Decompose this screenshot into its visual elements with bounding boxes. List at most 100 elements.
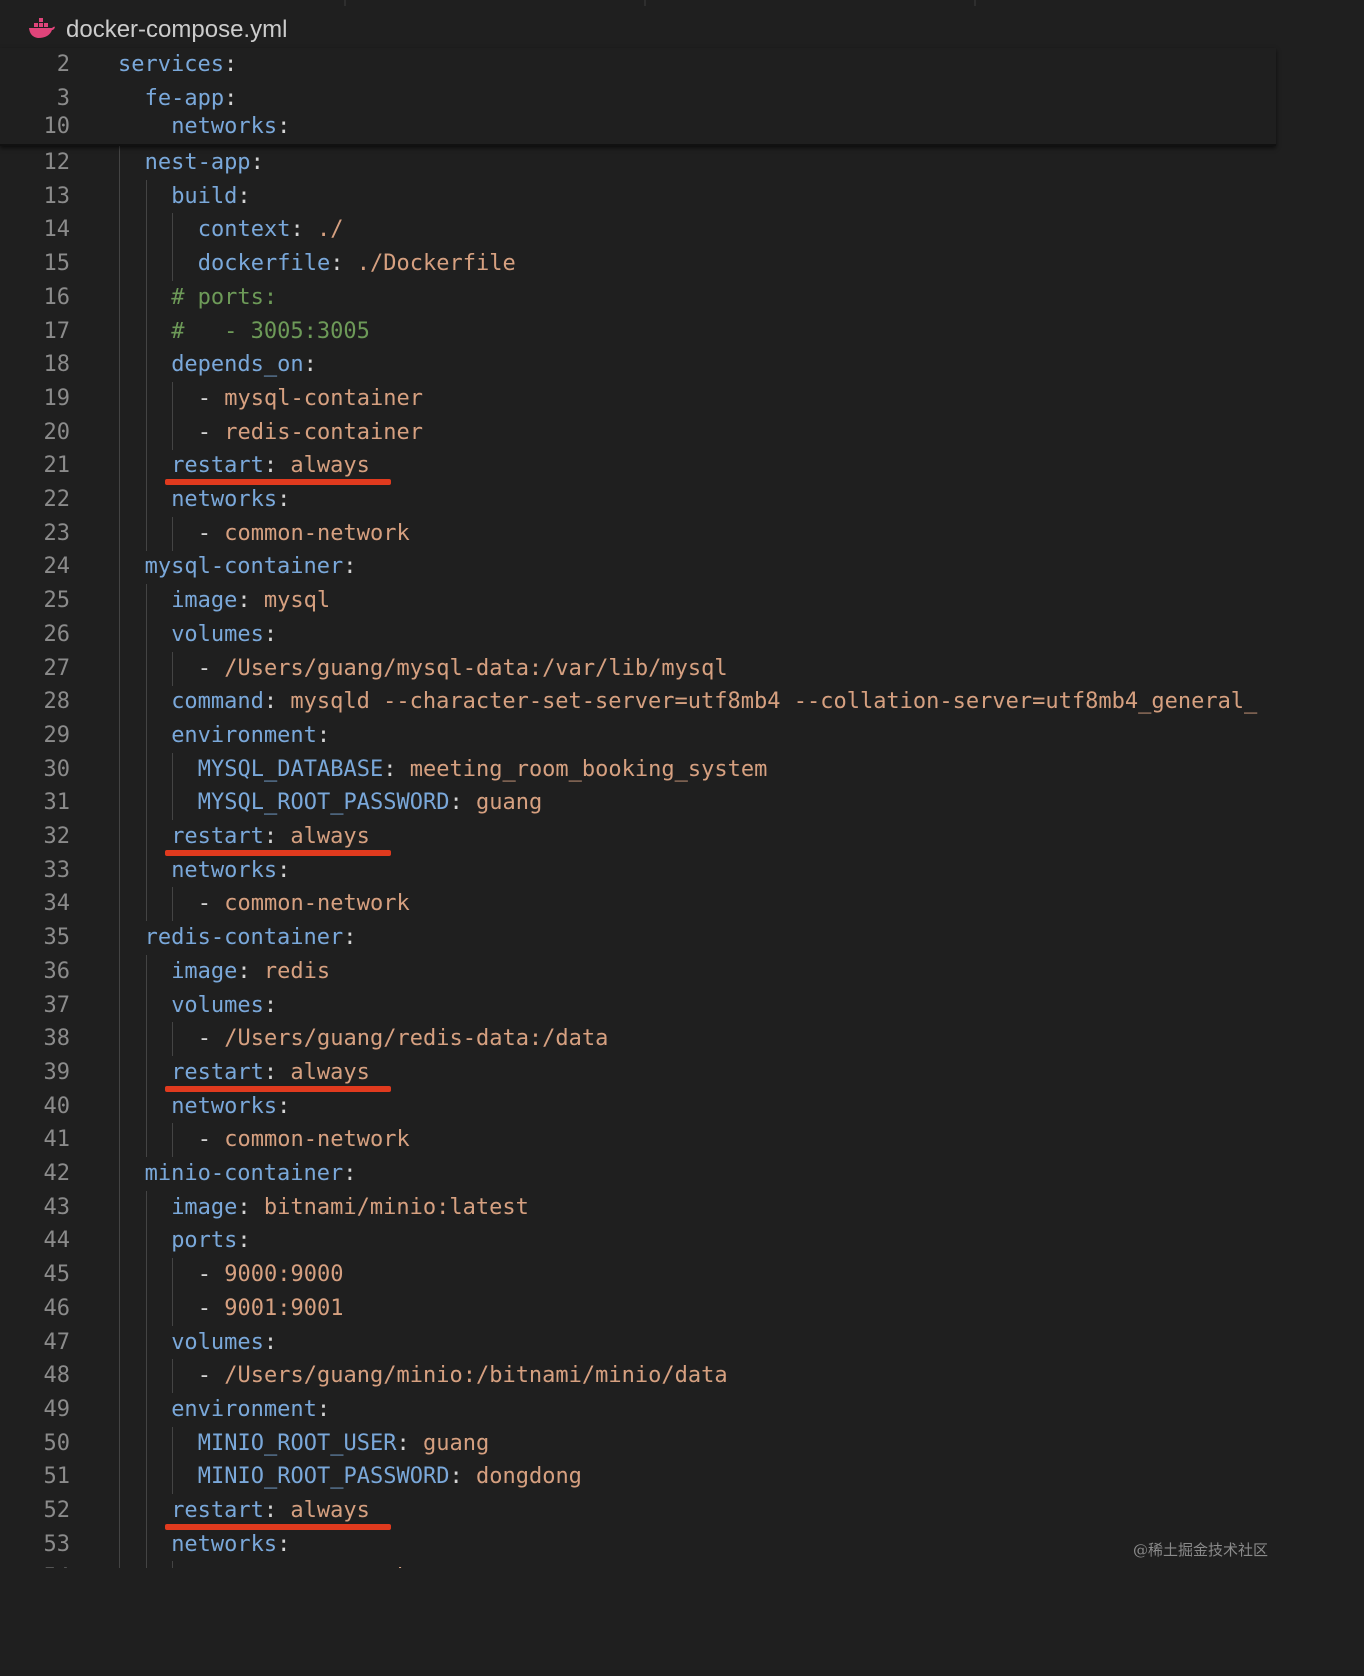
code-line[interactable]: 31 MYSQL_ROOT_PASSWORD: guang (0, 786, 1276, 821)
code-line[interactable]: 29 environment: (0, 718, 1276, 753)
code-line[interactable]: 24 mysql-container: (0, 550, 1276, 585)
code-line[interactable]: 18 depends_on: (0, 348, 1276, 383)
code-text[interactable]: volumes: (171, 618, 277, 652)
code-token: : (263, 1059, 291, 1085)
code-line[interactable]: 22 networks: (0, 483, 1276, 517)
code-line[interactable]: 39 restart: always (0, 1055, 1276, 1092)
code-line[interactable]: 35 redis-container: (0, 921, 1276, 956)
code-line[interactable]: 30 MYSQL_DATABASE: meeting_room_booking_s… (0, 752, 1276, 787)
code-text[interactable]: depends_on: (171, 348, 317, 382)
code-text[interactable]: volumes: (171, 1326, 277, 1360)
code-token: : (396, 1430, 423, 1456)
code-line[interactable]: 10 networks: (0, 110, 1276, 144)
code-text[interactable]: - common-network (198, 517, 410, 551)
code-line[interactable]: 36 image: redis (0, 954, 1276, 989)
code-line[interactable]: 42 minio-container: (0, 1157, 1276, 1191)
code-token: always (290, 824, 370, 849)
code-text[interactable]: redis-container: (145, 921, 357, 955)
code-text[interactable]: mysql-container: (145, 550, 357, 584)
code-line[interactable]: 37 volumes: (0, 988, 1276, 1023)
code-text[interactable]: environment: (171, 1393, 330, 1427)
code-text[interactable]: nest-app: (145, 146, 264, 180)
code-text[interactable]: networks: (171, 854, 290, 888)
code-text[interactable]: command: mysqld --character-set-server=u… (171, 685, 1257, 719)
code-line[interactable]: 54 - common-network (0, 1561, 1276, 1568)
code-text[interactable]: networks: (171, 1528, 290, 1562)
code-line[interactable]: 45 - 9000:9000 (0, 1258, 1276, 1293)
code-line[interactable]: 43 image: bitnami/minio:latest (0, 1190, 1276, 1225)
code-text[interactable]: image: mysql (171, 584, 330, 618)
code-text[interactable]: restart: always (171, 820, 370, 854)
code-line[interactable]: 33 networks: (0, 853, 1276, 888)
code-line[interactable]: 34 - common-network (0, 887, 1276, 922)
code-text[interactable]: - mysql-container (198, 382, 423, 416)
code-text[interactable]: MYSQL_DATABASE: meeting_room_booking_sys… (198, 753, 768, 787)
code-line[interactable]: 2 services: (0, 48, 1276, 82)
code-text[interactable]: MYSQL_ROOT_PASSWORD: guang (198, 786, 542, 820)
code-text[interactable]: MINIO_ROOT_PASSWORD: dongdong (198, 1460, 582, 1494)
code-line[interactable]: 46 - 9001:9001 (0, 1291, 1276, 1326)
code-text[interactable]: image: redis (171, 955, 330, 989)
code-text[interactable]: environment: (171, 719, 330, 753)
code-text[interactable]: - 9001:9001 (198, 1292, 344, 1326)
code-line[interactable]: 21 restart: always (0, 449, 1276, 486)
indent-guide (145, 348, 147, 383)
code-text[interactable]: - /Users/guang/mysql-data:/var/lib/mysql (198, 652, 728, 686)
code-text[interactable]: - 9000:9000 (198, 1258, 344, 1292)
code-line[interactable]: 13 build: (0, 179, 1276, 214)
code-text[interactable]: networks: (171, 110, 290, 144)
code-text[interactable]: restart: always (171, 449, 370, 483)
code-text[interactable]: volumes: (171, 989, 277, 1023)
code-line[interactable]: 17 # - 3005:3005 (0, 314, 1276, 349)
code-line[interactable]: 48 - /Users/guang/minio:/bitnami/minio/da… (0, 1359, 1276, 1394)
code-line[interactable]: 41 - common-network (0, 1123, 1276, 1158)
code-text[interactable]: context: ./ (198, 213, 344, 247)
code-line[interactable]: 52 restart: always (0, 1494, 1276, 1530)
code-text[interactable]: - redis-container (198, 416, 423, 450)
code-line[interactable]: 27 - /Users/guang/mysql-data:/var/lib/mys… (0, 651, 1276, 686)
code-line[interactable]: 16 # ports: (0, 280, 1276, 315)
code-text[interactable]: networks: (171, 483, 290, 517)
code-line[interactable]: 32 restart: always (0, 820, 1276, 856)
code-text[interactable]: - common-network (198, 887, 410, 921)
code-line[interactable]: 15 dockerfile: ./Dockerfile (0, 247, 1276, 282)
code-line[interactable]: 51 MINIO_ROOT_PASSWORD: dongdong (0, 1460, 1276, 1495)
code-line[interactable]: 44 ports: (0, 1224, 1276, 1259)
code-token: nest-app (144, 150, 251, 175)
code-text[interactable]: minio-container: (145, 1157, 357, 1191)
code-text[interactable]: restart: always (171, 1056, 370, 1090)
code-text[interactable]: services: (118, 48, 237, 82)
code-text[interactable]: ports: (171, 1224, 250, 1258)
code-text[interactable]: - common-network (198, 1123, 410, 1157)
code-text[interactable]: image: bitnami/minio:latest (171, 1191, 529, 1225)
code-line[interactable]: 28 command: mysqld --character-set-server… (0, 685, 1276, 720)
code-editor[interactable]: 12 nest-app: 13 build: 14 context: ./ 15 docker… (0, 146, 1276, 1568)
code-line[interactable]: 14 context: ./ (0, 213, 1276, 248)
code-text[interactable]: build: (171, 180, 250, 214)
code-text[interactable]: - /Users/guang/redis-data:/data (198, 1022, 609, 1056)
code-line[interactable]: 53 networks: (0, 1527, 1276, 1562)
code-text[interactable]: - common-network (198, 1561, 410, 1568)
code-text[interactable]: networks: (171, 1090, 290, 1124)
code-line[interactable]: 50 MINIO_ROOT_USER: guang (0, 1426, 1276, 1461)
breadcrumb-filename[interactable]: docker-compose.yml (66, 16, 287, 44)
code-line[interactable]: 25 image: mysql (0, 584, 1276, 619)
code-line[interactable]: 19 - mysql-container (0, 381, 1276, 416)
code-line[interactable]: 20 - redis-container (0, 415, 1276, 450)
code-token: common-network (224, 1127, 410, 1153)
code-line[interactable]: 26 volumes: (0, 617, 1276, 652)
code-line[interactable]: 49 environment: (0, 1392, 1276, 1427)
code-text[interactable]: restart: always (171, 1494, 370, 1528)
code-line[interactable]: 38 - /Users/guang/redis-data:/data (0, 1022, 1276, 1057)
code-token: bitnami/minio:latest (263, 1194, 529, 1220)
code-text[interactable]: MINIO_ROOT_USER: guang (198, 1427, 489, 1461)
code-token: : (303, 352, 317, 378)
code-text[interactable]: - /Users/guang/minio:/bitnami/minio/data (198, 1359, 728, 1393)
code-line[interactable]: 23 - common-network (0, 516, 1276, 551)
code-line[interactable]: 12 nest-app: (0, 146, 1276, 180)
code-line[interactable]: 40 networks: (0, 1089, 1276, 1124)
code-text[interactable]: # ports: (171, 281, 277, 315)
code-text[interactable]: dockerfile: ./Dockerfile (198, 247, 516, 281)
code-text[interactable]: # - 3005:3005 (171, 315, 370, 349)
code-line[interactable]: 47 volumes: (0, 1325, 1276, 1360)
